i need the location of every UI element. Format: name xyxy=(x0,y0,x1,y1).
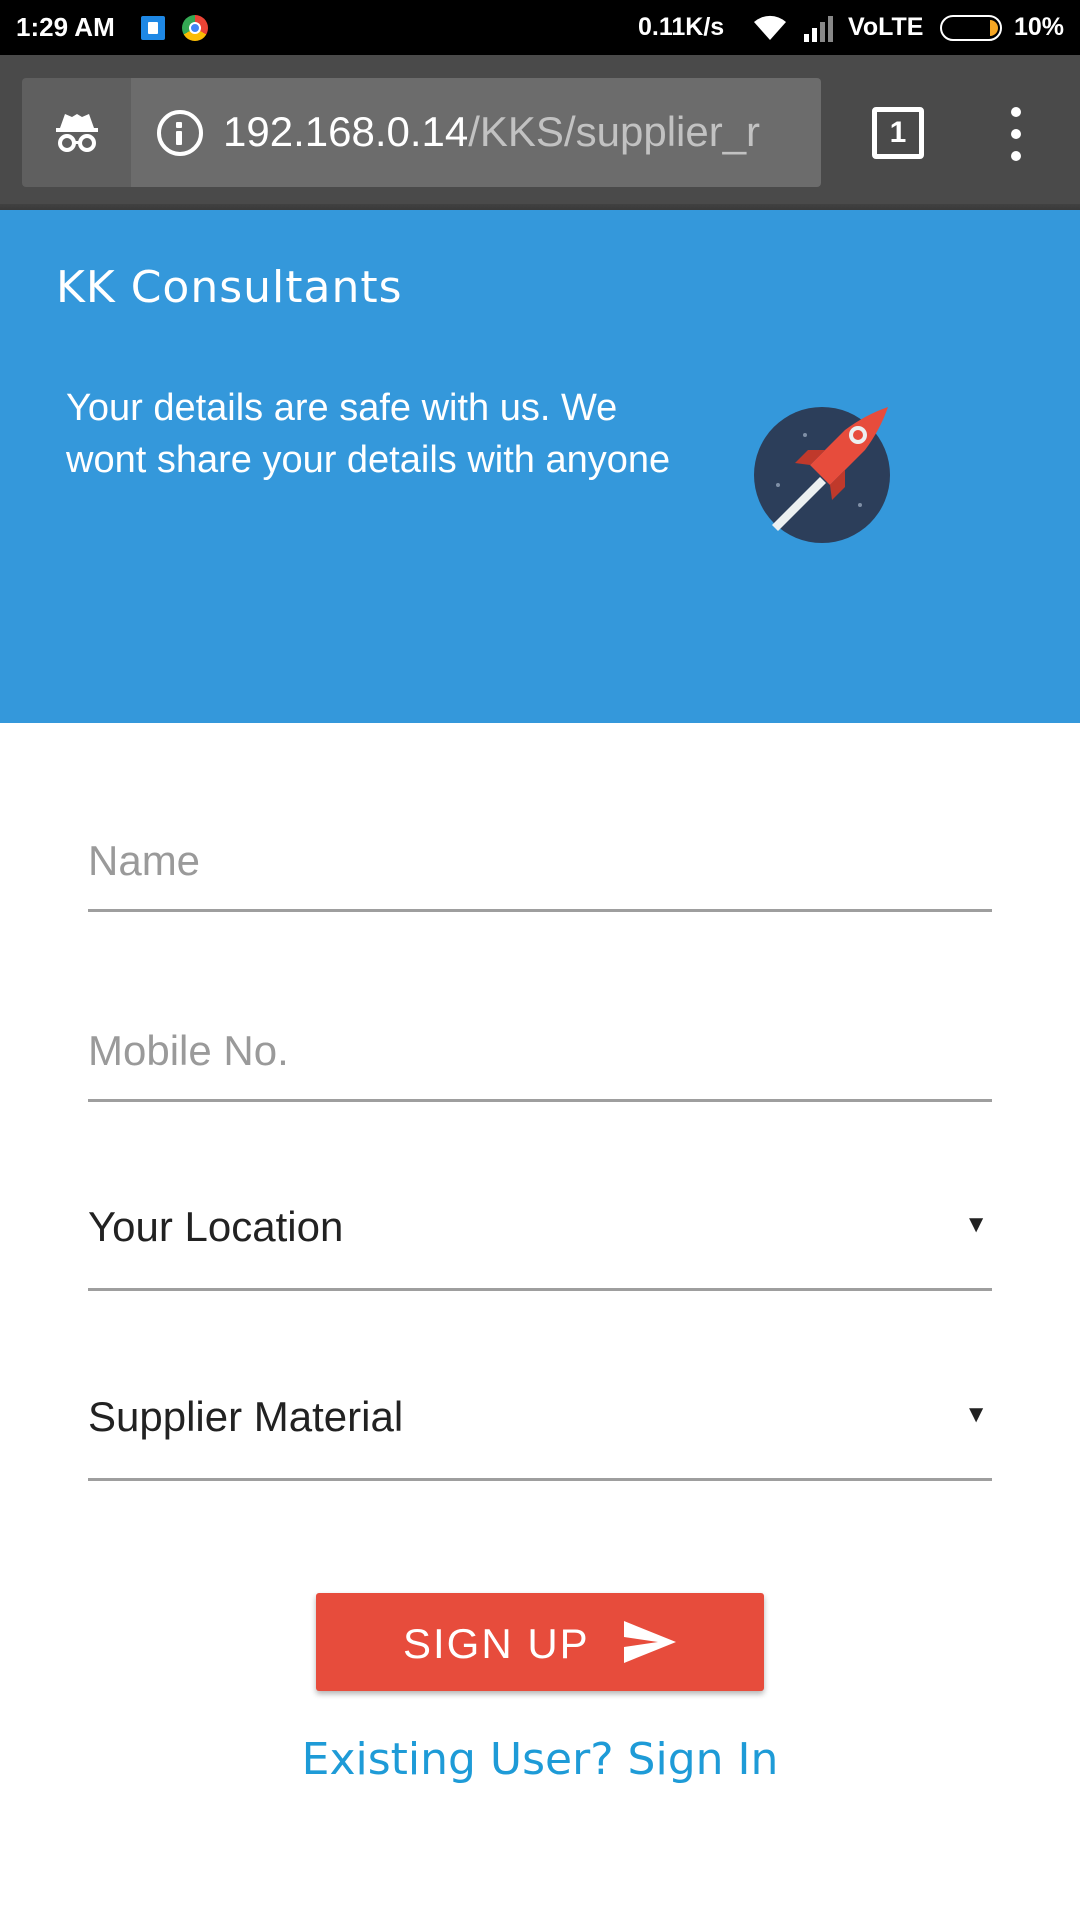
name-field[interactable] xyxy=(88,782,992,912)
status-time: 1:29 AM xyxy=(16,12,115,42)
sign-up-label: SIGN UP xyxy=(403,1620,590,1667)
network-speed: 0.11K/s xyxy=(638,13,725,41)
brand-title: KK Consultants xyxy=(56,262,403,313)
privacy-message: Your details are safe with us. We wont s… xyxy=(66,387,671,481)
battery-level: 10% xyxy=(1014,13,1065,41)
name-input[interactable] xyxy=(88,782,992,909)
sign-up-button[interactable]: SIGN UP xyxy=(316,1593,764,1691)
network-type: VoLTE xyxy=(848,13,924,41)
browser-toolbar: 192.168.0.14/KKS/supplier_r 1 xyxy=(0,55,1080,210)
status-bar: 1:29 AM 0.11K/s VoLTE 10% xyxy=(0,0,1080,55)
location-select-value: Your Location xyxy=(88,1203,344,1250)
material-select[interactable]: Supplier Material ▼ xyxy=(88,1351,992,1481)
location-select[interactable]: Your Location ▼ xyxy=(88,1161,992,1291)
incognito-icon xyxy=(56,114,98,152)
battery-icon xyxy=(940,15,1002,41)
address-bar[interactable]: 192.168.0.14/KKS/supplier_r xyxy=(131,78,821,187)
wifi-icon xyxy=(754,15,786,40)
mobile-input[interactable] xyxy=(88,972,992,1099)
incognito-button[interactable] xyxy=(22,78,131,187)
chevron-down-icon: ▼ xyxy=(964,1401,988,1428)
send-icon xyxy=(624,1621,676,1663)
chevron-down-icon: ▼ xyxy=(964,1211,988,1238)
tab-switcher-button[interactable]: 1 xyxy=(872,107,924,159)
sign-in-link[interactable]: Existing User? Sign In xyxy=(0,1734,1080,1785)
url-host: 192.168.0.14 xyxy=(223,108,469,155)
url-text: 192.168.0.14/KKS/supplier_r xyxy=(223,108,760,156)
mobile-field[interactable] xyxy=(88,972,992,1102)
url-path: /KKS/supplier_r xyxy=(468,108,761,155)
material-select-value: Supplier Material xyxy=(88,1393,404,1440)
hero-banner: KK Consultants Your details are safe wit… xyxy=(0,210,1080,723)
overflow-menu-icon[interactable] xyxy=(1000,107,1032,161)
signal-icon xyxy=(804,16,833,42)
app-notification-icon xyxy=(141,16,165,40)
info-icon[interactable] xyxy=(157,110,203,156)
chrome-icon xyxy=(182,15,208,41)
rocket-icon xyxy=(754,407,890,543)
